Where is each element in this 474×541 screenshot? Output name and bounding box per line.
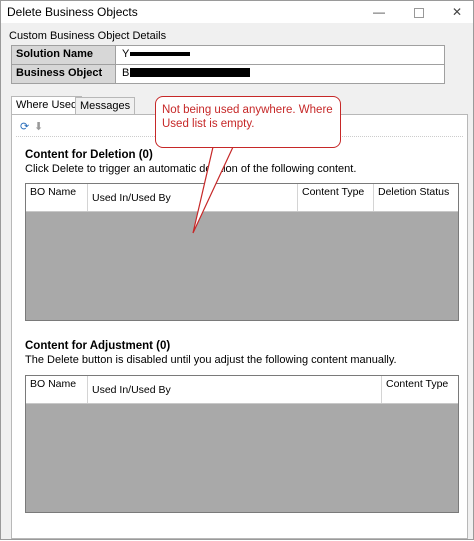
adjustment-title: Content for Adjustment (0) — [25, 340, 171, 352]
business-object-text: B — [122, 67, 130, 79]
adjustment-description: The Delete button is disabled until you … — [25, 354, 397, 366]
tab-messages[interactable]: Messages — [75, 97, 136, 115]
details-row-solution: Solution Name Y — [12, 46, 444, 65]
annotation-callout: Not being used anywhere. Where Used list… — [155, 96, 341, 148]
details-caption: Custom Business Object Details — [9, 30, 167, 42]
adjustment-grid-header: BO Name Used In/Used By Content Type — [26, 376, 458, 404]
solution-name-value: Y — [116, 46, 444, 64]
tab-where-used[interactable]: Where Used — [11, 96, 83, 116]
redaction-bar — [130, 52, 190, 56]
column-header-content-type[interactable]: Content Type — [382, 376, 458, 403]
minimize-button[interactable]: — — [359, 1, 399, 23]
redaction-bar — [130, 68, 250, 77]
maximize-button[interactable] — [399, 1, 439, 23]
deletion-description: Click Delete to trigger an automatic del… — [25, 163, 357, 175]
column-header-bo-name[interactable]: BO Name — [26, 376, 88, 403]
business-object-value: B — [116, 65, 444, 83]
delete-business-objects-window: Delete Business Objects — ✕ Custom Busin… — [0, 0, 474, 540]
business-object-label: Business Object — [12, 65, 116, 83]
details-table: Solution Name Y Business Object B — [11, 45, 445, 84]
arrow-down-icon[interactable]: ⬇ — [34, 120, 43, 133]
adjustment-grid[interactable]: BO Name Used In/Used By Content Type — [25, 375, 459, 513]
refresh-icon[interactable]: ⟳ — [20, 120, 29, 133]
deletion-title: Content for Deletion (0) — [25, 149, 153, 161]
solution-name-label: Solution Name — [12, 46, 116, 64]
column-header-used-in[interactable]: Used In/Used By — [88, 184, 298, 211]
where-used-panel: ⟳ ⬇ Content for Deletion (0) Click Delet… — [11, 114, 468, 539]
maximize-icon — [414, 7, 424, 18]
details-row-business-object: Business Object B — [12, 65, 444, 83]
column-header-content-type[interactable]: Content Type — [298, 184, 374, 211]
deletion-grid[interactable]: BO Name Used In/Used By Content Type Del… — [25, 183, 459, 321]
column-header-used-in[interactable]: Used In/Used By — [88, 376, 382, 403]
column-header-deletion-status[interactable]: Deletion Status — [374, 184, 458, 211]
column-header-bo-name[interactable]: BO Name — [26, 184, 88, 211]
solution-name-text: Y — [122, 48, 130, 60]
window-title: Delete Business Objects — [7, 5, 138, 19]
title-bar: Delete Business Objects — ✕ — [1, 1, 473, 23]
deletion-grid-header: BO Name Used In/Used By Content Type Del… — [26, 184, 458, 212]
close-button[interactable]: ✕ — [437, 1, 474, 23]
